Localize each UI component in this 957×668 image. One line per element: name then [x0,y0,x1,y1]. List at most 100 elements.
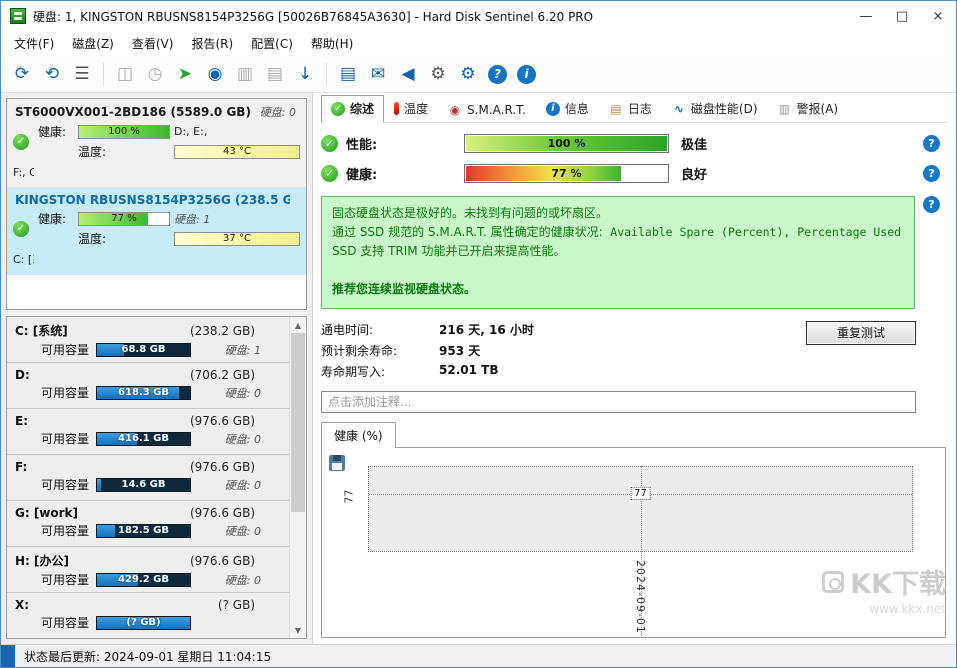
maximize-button[interactable]: □ [884,1,920,31]
partition-row[interactable]: D: (706.2 GB) 可用容量 618.3 GB 硬盘: 0 [7,363,289,409]
free-space-label: 可用容量 [41,384,89,401]
menu-item-4[interactable]: 配置(C) [242,32,302,55]
scroll-up-icon[interactable]: ▲ [290,317,306,333]
close-button[interactable]: × [920,1,956,31]
performance-help-icon[interactable]: ? [923,135,940,152]
disk-entry[interactable]: KINGSTON RBUSNS8154P3256G (238.5 GB) ✓ 健… [7,188,306,275]
partition-row[interactable]: E: (976.6 GB) 可用容量 416.1 GB 硬盘: 0 [7,409,289,455]
partition-size: (238.2 GB) [190,324,255,338]
status-line-1: 固态硬盘状态是极好的。未找到有问题的或坏扇区。 [332,204,904,223]
health-percent: 100 % [79,126,169,138]
partition-disk-number: 硬盘: 0 [225,431,261,447]
disk-list: ST6000VX001-2BD186 (5589.0 GB) 硬盘: 0 ✓ 健… [6,98,307,310]
menu-item-1[interactable]: 磁盘(Z) [63,32,123,55]
partition-name: G: [work] [15,506,78,520]
tab-smart[interactable]: ◉ S.M.A.R.T. [438,98,536,123]
tab-overview[interactable]: ✓ 综述 [321,95,384,123]
chart-tab-health[interactable]: 健康 (%) [321,422,396,448]
scroll-down-icon[interactable]: ▼ [290,622,306,638]
email-report-icon[interactable]: ✉ [364,61,392,88]
health-help-icon[interactable]: ? [923,165,940,182]
disk-entry[interactable]: ST6000VX001-2BD186 (5589.0 GB) 硬盘: 0 ✓ 健… [7,99,306,188]
partition-name: E: [15,414,28,428]
settings-icon[interactable]: ⚙ [424,61,452,88]
check-circle-icon: ✓ [331,102,345,116]
details-list-icon[interactable]: ☰ [68,61,96,88]
help-icon[interactable]: ? [488,65,507,84]
alert-sound-icon[interactable]: ◀ [394,61,422,88]
disk-ok-icon: ✓ [13,221,29,237]
health-row: ✓ 健康: 77 % 良好 ? [321,164,946,183]
menu-item-0[interactable]: 文件(F) [5,32,63,55]
tab-label: S.M.A.R.T. [467,103,526,117]
tab-log[interactable]: ▤ 日志 [599,95,662,123]
disk-stack-icon[interactable]: ▤ [261,61,289,88]
retest-button[interactable]: 重复测试 [806,321,916,345]
disk-write-test-icon[interactable]: ➤ [171,61,199,88]
report-icon[interactable]: ▤ [334,61,362,88]
disk-title: ST6000VX001-2BD186 (5589.0 GB) [15,105,251,119]
health-meter: 77 % [464,164,669,183]
sidebar: ST6000VX001-2BD186 (5589.0 GB) 硬盘: 0 ✓ 健… [1,93,313,644]
tab-information[interactable]: i 信息 [536,95,599,123]
partition-scrollbar[interactable]: ▲ ▼ [289,317,306,638]
partition-row[interactable]: C: [系统] (238.2 GB) 可用容量 68.8 GB 硬盘: 1 [7,317,289,363]
health-bar: 77 % [78,212,170,226]
auto-refresh-icon[interactable]: ⟲ [38,61,66,88]
app-logo-icon [10,8,26,24]
partition-name: C: [系统] [15,322,68,339]
performance-meter: 100 % [464,134,669,153]
thermometer-icon [394,102,399,115]
comment-input[interactable] [321,391,916,413]
disk-eject-icon[interactable]: ↓ [291,61,319,88]
tab-label: 综述 [350,100,374,117]
tab-alerts[interactable]: ▥ 警报(A) [768,95,849,123]
menu-item-3[interactable]: 报告(R) [182,32,242,55]
tab-temperature[interactable]: 温度 [384,95,438,123]
advanced-settings-icon[interactable]: ⚙ [454,61,482,88]
tab-label: 警报(A) [797,100,839,117]
menu-item-5[interactable]: 帮助(H) [302,32,362,55]
disk-health-right: 硬盘: 1 [174,211,300,227]
temperature-label: 温度: [78,143,170,160]
partition-row[interactable]: H: [办公] (976.6 GB) 可用容量 429.2 GB 硬盘: 0 [7,547,289,593]
free-space-label: 可用容量 [41,476,89,493]
refresh-icon[interactable]: ⟳ [8,61,36,88]
surface-scan-icon[interactable]: ◉ [201,61,229,88]
archive-icon[interactable]: ▥ [231,61,259,88]
partition-size: (976.6 GB) [190,554,255,568]
stat-value: 953 天 [439,342,480,359]
menu-item-2[interactable]: 查看(V) [123,32,183,55]
partition-size: (706.2 GB) [190,368,255,382]
partition-name: F: [15,460,27,474]
tab-disk-performance[interactable]: ∿ 磁盘性能(D) [662,95,768,123]
free-space-bar: 416.1 GB [96,432,191,446]
disk-status-text: 固态硬盘状态是极好的。未找到有问题的或坏扇区。 通过 SSD 规范的 S.M.A… [321,196,915,309]
stat-row: 通电时间: 216 天, 16 小时 [321,321,806,338]
partition-row[interactable]: G: [work] (976.6 GB) 可用容量 182.5 GB 硬盘: 0 [7,501,289,547]
minimize-button[interactable]: — [848,1,884,31]
health-chart: 77 77 2024-09-01 [321,447,946,638]
free-space-bar: 618.3 GB [96,386,191,400]
temperature-value: 43 °C [175,146,299,158]
health-value: 77 % [465,165,668,182]
stat-value: 216 天, 16 小时 [439,321,534,338]
partition-panel: C: [系统] (238.2 GB) 可用容量 68.8 GB 硬盘: 1 D:… [6,316,307,639]
scrollbar-track[interactable] [290,333,306,622]
gauge-icon: ◉ [448,103,462,117]
stat-row: 寿命期写入: 52.01 TB [321,363,806,380]
info-icon[interactable]: i [517,65,536,84]
partition-row[interactable]: X: (? GB) 可用容量 (? GB) [7,593,289,639]
free-space-bar: 182.5 GB [96,524,191,538]
disk-test-icon[interactable]: ◫ [111,61,139,88]
temperature-bar: 43 °C [174,145,300,159]
save-chart-icon[interactable] [329,455,345,471]
performance-rating: 极佳 [681,134,707,153]
status-help-icon[interactable]: ? [923,196,940,213]
disk-clock-icon[interactable]: ◷ [141,61,169,88]
lifetime-stats: 通电时间: 216 天, 16 小时 预计剩余寿命: 953 天 寿命期写入: … [321,321,806,380]
chart-value-marker: 77 [630,486,651,499]
partition-row[interactable]: F: (976.6 GB) 可用容量 14.6 GB 硬盘: 0 [7,455,289,501]
free-space-bar: 68.8 GB [96,343,191,357]
scrollbar-thumb[interactable] [291,333,305,512]
